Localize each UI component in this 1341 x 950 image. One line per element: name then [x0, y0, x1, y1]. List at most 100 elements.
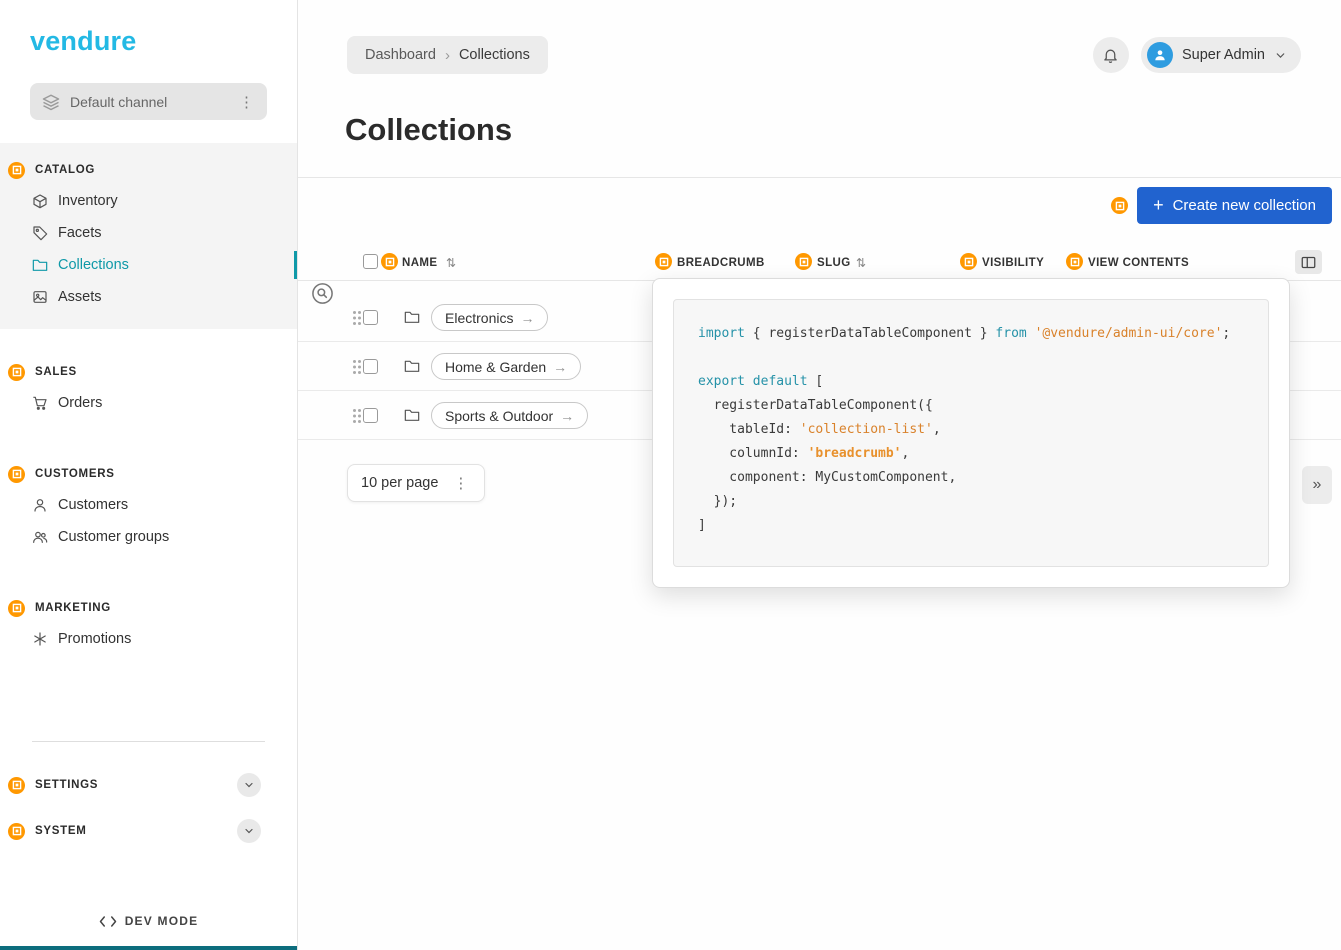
code-line: import { registerDataTableComponent } fr…	[698, 322, 1268, 346]
select-all-checkbox[interactable]	[363, 254, 378, 269]
code-token: registerDataTableComponent({	[698, 398, 933, 413]
tag-icon	[31, 225, 48, 242]
dev-mode-toggle[interactable]: DEV MODE	[0, 914, 297, 928]
channel-menu-icon[interactable]: ⋮	[236, 93, 257, 111]
drag-handle-icon[interactable]	[352, 359, 362, 375]
nav-section-settings[interactable]: SETTINGS	[0, 762, 297, 808]
collection-link[interactable]: Electronics →	[431, 304, 548, 331]
users-icon	[31, 529, 48, 546]
sidebar-item-inventory[interactable]: Inventory	[0, 185, 297, 217]
nav-section-system[interactable]: SYSTEM	[0, 808, 297, 854]
section-label: SETTINGS	[35, 779, 98, 791]
per-page-menu-icon[interactable]: ⋮	[450, 474, 471, 492]
sidebar-item-collections[interactable]: Collections	[0, 249, 297, 281]
code-token: columnId:	[698, 446, 808, 461]
arrow-right-icon: →	[520, 310, 534, 326]
chevron-down-icon[interactable]	[237, 819, 261, 843]
code-token: });	[698, 494, 737, 509]
section-label: MARKETING	[35, 602, 111, 614]
sidebar-item-customers[interactable]: Customers	[0, 489, 297, 521]
ui-extension-badge-icon[interactable]	[8, 162, 25, 179]
column-header-slug[interactable]: SLUG	[817, 257, 851, 269]
ui-extension-badge-icon[interactable]	[381, 253, 398, 270]
breadcrumb-collections[interactable]: Collections	[459, 47, 530, 63]
code-token: component: MyCustomComponent,	[698, 470, 956, 485]
breadcrumb-separator-icon: ›	[445, 47, 450, 64]
code-line: registerDataTableComponent({	[698, 394, 1268, 418]
ui-extension-badge-icon[interactable]	[1066, 253, 1083, 270]
channel-selector[interactable]: Default channel ⋮	[30, 83, 267, 120]
sort-icon[interactable]: ⇅	[856, 256, 866, 270]
code-token: tableId:	[698, 422, 800, 437]
code-line: columnId: 'breadcrumb',	[698, 442, 1268, 466]
select-row-checkbox[interactable]	[363, 310, 378, 325]
create-collection-area: + Create new collection	[1111, 187, 1332, 224]
sidebar-item-label: Orders	[58, 395, 102, 411]
collection-link[interactable]: Sports & Outdoor →	[431, 402, 588, 429]
code-token: export default	[698, 374, 808, 389]
ui-extension-badge-icon[interactable]	[795, 253, 812, 270]
sidebar-item-label: Customers	[58, 497, 128, 513]
column-picker-button[interactable]	[1295, 250, 1322, 274]
inventory-icon	[31, 193, 48, 210]
collection-name: Electronics	[445, 310, 513, 326]
ui-extension-badge-icon[interactable]	[8, 600, 25, 617]
select-row-checkbox[interactable]	[363, 359, 378, 374]
sidebar-item-orders[interactable]: Orders	[0, 387, 297, 419]
drag-handle-icon[interactable]	[352, 408, 362, 424]
folder-icon	[404, 407, 420, 423]
ui-extension-badge-icon[interactable]	[655, 253, 672, 270]
folder-icon	[404, 358, 420, 374]
sidebar-item-customer-groups[interactable]: Customer groups	[0, 521, 297, 553]
notifications-button[interactable]	[1093, 37, 1129, 73]
vendure-logo: vendure	[30, 26, 297, 57]
ui-extension-badge-icon[interactable]	[8, 364, 25, 381]
folder-icon	[31, 257, 48, 274]
user-menu[interactable]: Super Admin	[1141, 37, 1301, 73]
column-header-visibility: VISIBILITY	[982, 257, 1044, 269]
layers-icon	[42, 93, 60, 111]
code-line: ]	[698, 514, 1268, 538]
ui-extension-badge-icon[interactable]	[960, 253, 977, 270]
code-line: });	[698, 490, 1268, 514]
sidebar-item-facets[interactable]: Facets	[0, 217, 297, 249]
code-token: from	[995, 326, 1026, 341]
nav-section-header-customers: CUSTOMERS	[0, 459, 297, 489]
page-title: Collections	[345, 112, 512, 148]
breadcrumb-dashboard[interactable]: Dashboard	[365, 47, 436, 63]
nav-section-sales: SALES Orders	[0, 351, 297, 431]
sidebar: vendure Default channel ⋮ CATALOG Invent…	[0, 0, 298, 950]
folder-icon	[404, 309, 420, 325]
section-label: SALES	[35, 366, 77, 378]
items-per-page-select[interactable]: 10 per page ⋮	[347, 464, 485, 502]
user-name: Super Admin	[1182, 47, 1265, 63]
collection-link[interactable]: Home & Garden →	[431, 353, 581, 380]
arrow-right-icon: →	[560, 408, 574, 424]
ui-extension-badge-icon[interactable]	[8, 777, 25, 794]
arrow-right-icon: →	[553, 359, 567, 375]
code-token: [	[808, 374, 824, 389]
avatar	[1147, 42, 1173, 68]
sidebar-item-assets[interactable]: Assets	[0, 281, 297, 313]
code-token: ,	[902, 446, 910, 461]
section-label: SYSTEM	[35, 825, 87, 837]
toolbar-divider	[298, 177, 1341, 178]
create-new-collection-button[interactable]: + Create new collection	[1137, 187, 1332, 224]
code-token: ;	[1222, 326, 1230, 341]
create-button-label: Create new collection	[1173, 197, 1316, 214]
code-line: tableId: 'collection-list',	[698, 418, 1268, 442]
main-content: Dashboard › Collections Super Admin Coll…	[298, 0, 1341, 950]
pagination-next-button[interactable]: »	[1302, 466, 1332, 504]
chevron-down-icon[interactable]	[237, 773, 261, 797]
sidebar-item-label: Collections	[58, 257, 129, 273]
ui-extension-badge-icon[interactable]	[1111, 197, 1128, 214]
nav-section-header-sales: SALES	[0, 357, 297, 387]
drag-handle-icon[interactable]	[352, 310, 362, 326]
sort-icon[interactable]: ⇅	[446, 256, 456, 270]
ui-extension-badge-icon[interactable]	[8, 823, 25, 840]
ui-extension-badge-icon[interactable]	[8, 466, 25, 483]
table-header-row: NAME ⇅ BREADCRUMB SLUG ⇅ VISIBILITY VIEW…	[298, 250, 1341, 281]
column-header-name[interactable]: NAME	[402, 257, 437, 269]
sidebar-item-promotions[interactable]: Promotions	[0, 623, 297, 655]
select-row-checkbox[interactable]	[363, 408, 378, 423]
